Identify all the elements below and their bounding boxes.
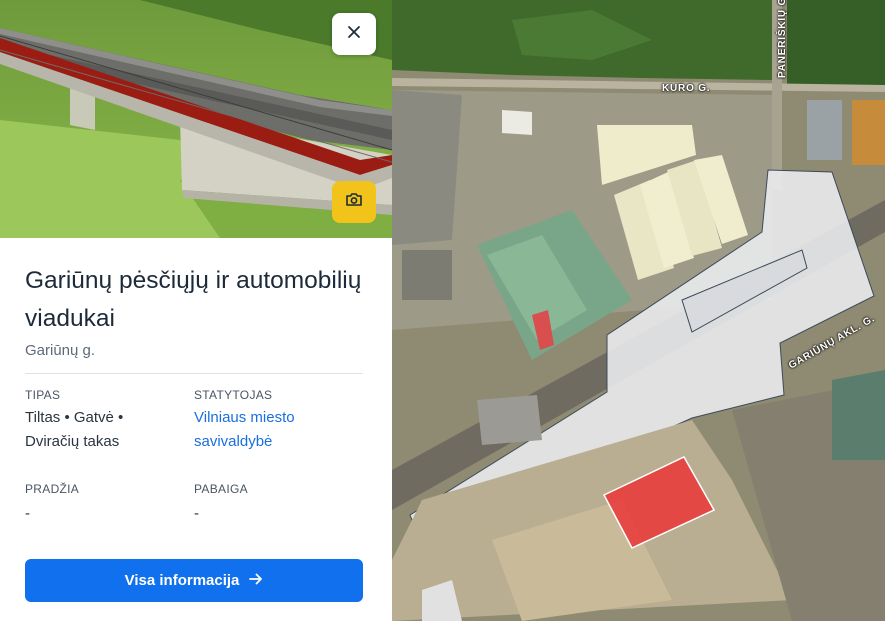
arrow-right-icon [249,572,263,589]
project-street: Gariūnų g. [25,342,96,359]
close-button[interactable] [332,13,376,55]
info-panel: Gariūnų pėsčiųjų ir automobilių viadukai… [0,0,392,621]
start-value: - [25,505,30,522]
builder-label: STATYTOJAS [194,388,273,402]
gallery-button[interactable] [332,181,376,223]
street-label-kuro: KURO G. [662,83,711,94]
end-label: PABAIGA [194,482,248,496]
type-value-line2: Dviračių takas [25,433,120,450]
full-info-label: Visa informacija [124,572,240,589]
builder-link-line1[interactable]: Vilniaus miesto [194,406,295,430]
type-value-line1: Tiltas • Gatvė • [25,409,124,426]
close-icon [347,25,361,44]
street-label-paneriskiu: PANERIŠKIŲ G. [777,0,788,78]
full-info-button[interactable]: Visa informacija [25,559,363,602]
map-canvas [392,0,885,621]
camera-icon [345,192,363,212]
type-label: TIPAS [25,388,61,402]
satellite-map[interactable]: KURO G. PANERIŠKIŲ G. GARIŪNŲ AKL. G. [392,0,885,621]
divider [25,373,363,374]
project-title: Gariūnų pėsčiųjų ir automobilių viadukai [25,267,362,332]
start-label: PRADŽIA [25,482,80,496]
end-value: - [194,505,199,522]
builder-link-line2[interactable]: savivaldybė [194,430,272,454]
